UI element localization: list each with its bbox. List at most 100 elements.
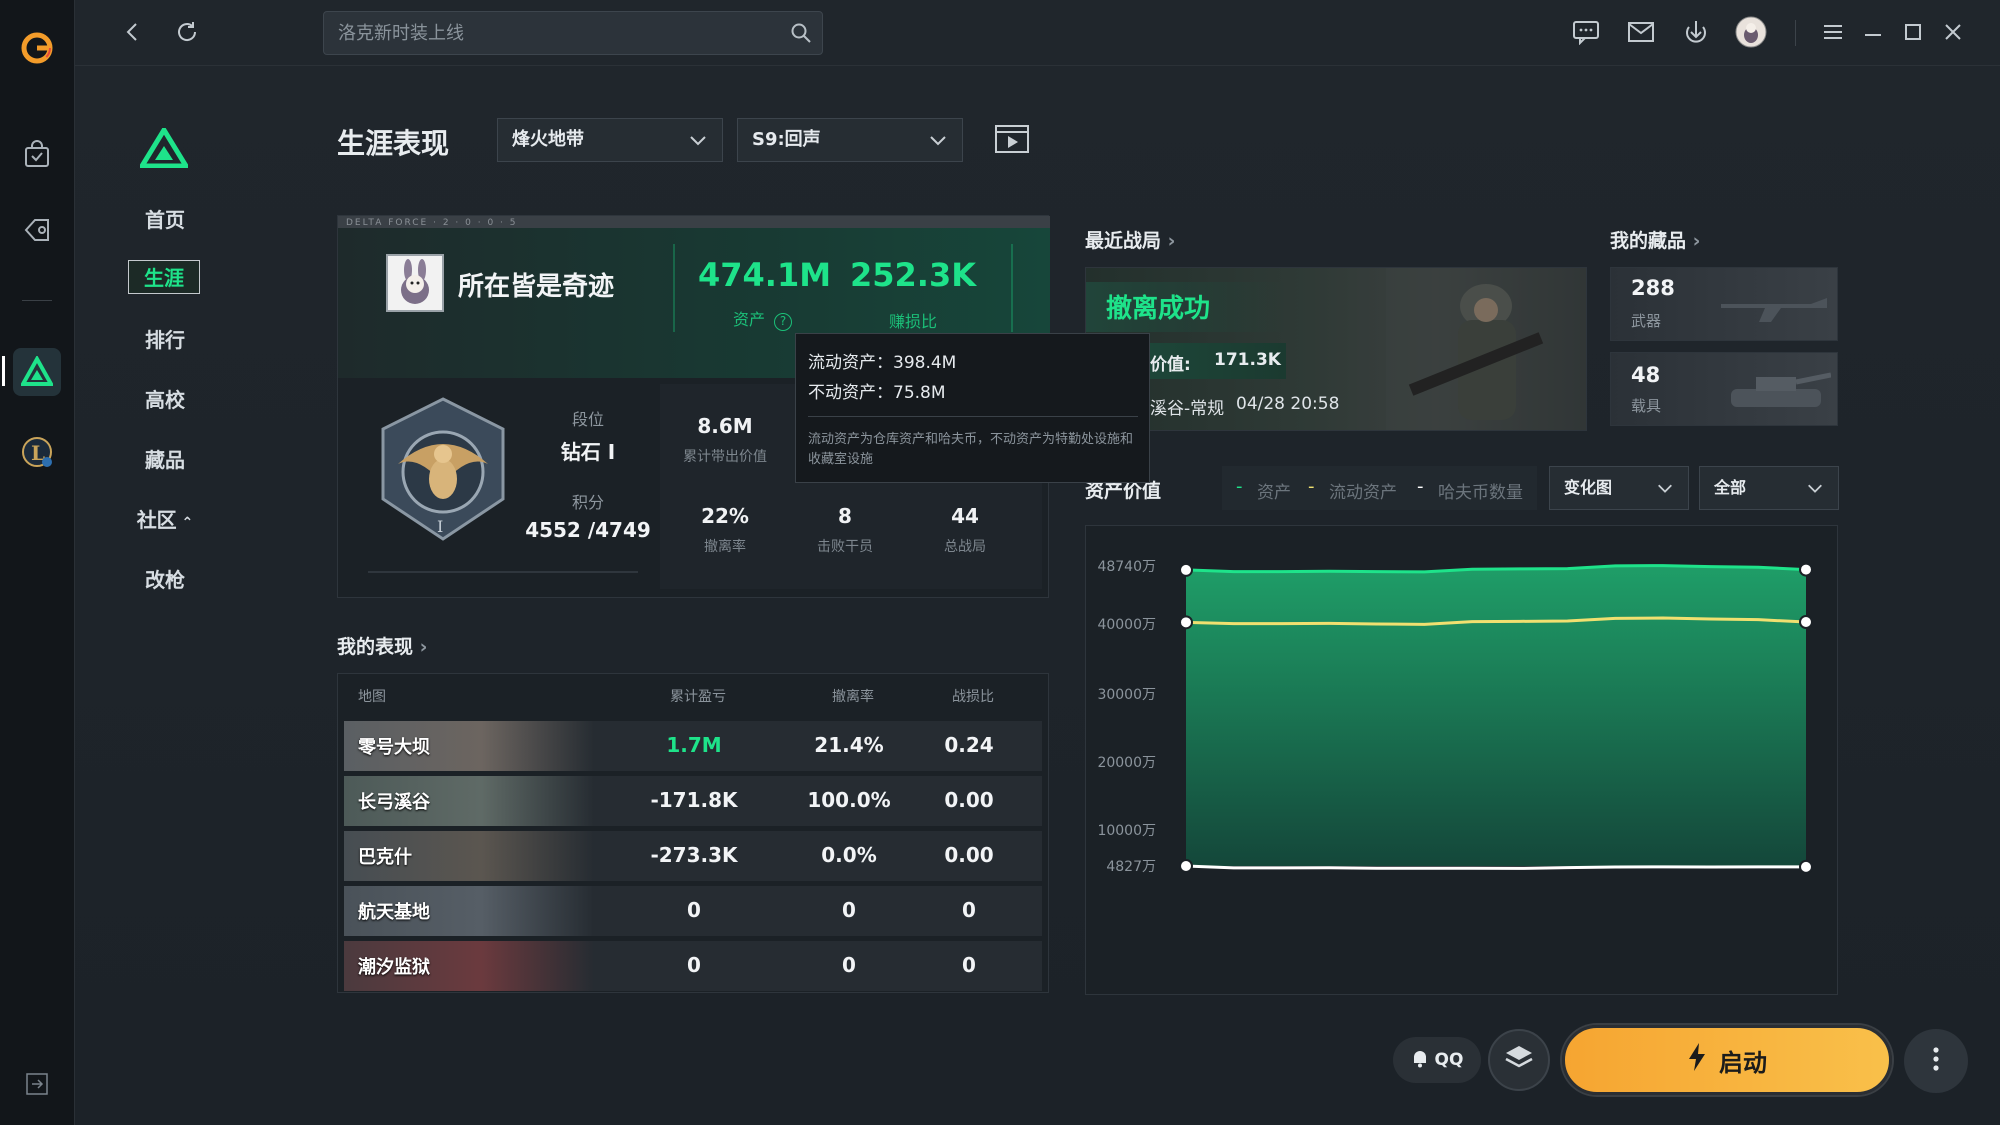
delta-force-game-icon[interactable] [13, 348, 61, 396]
league-game-icon[interactable]: L [13, 428, 61, 476]
search-input[interactable] [338, 12, 768, 54]
inventory-button[interactable] [1488, 1029, 1550, 1091]
rank-progress-track [368, 571, 638, 573]
map-name: 零号大坝 [358, 737, 430, 758]
nav-item-career[interactable]: 生涯 [128, 260, 200, 294]
tooltip-divider [808, 416, 1138, 417]
map-name: 长弓溪谷 [358, 792, 430, 813]
legend-assets[interactable]: 资产 [1257, 478, 1291, 503]
legend-marker-coins: - [1417, 476, 1424, 497]
performance-title[interactable]: 我的表现 › [337, 632, 427, 659]
rail-divider [22, 300, 52, 301]
season-dropdown-value: S9:回声 [752, 129, 821, 150]
nav-item-college[interactable]: 高校 [110, 383, 220, 417]
game-tag-icon[interactable] [13, 206, 61, 254]
map-name: 航天基地 [358, 902, 430, 923]
vehicle-silhouette-icon [1721, 367, 1832, 421]
table-row[interactable]: 零号大坝 1.7M 21.4% 0.24 [344, 721, 1042, 771]
table-row[interactable]: 潮汐监狱 0 0 0 [344, 941, 1042, 991]
series-line-2 [1185, 864, 1806, 870]
ratio-cell: 0 [962, 953, 976, 977]
rank-value: 钻石 I [560, 440, 616, 464]
game-nav: 首页 生涯 排行 高校 藏品 社区 ⌃ 改枪 [110, 110, 230, 610]
mode-dropdown[interactable]: 烽火地带 [497, 118, 723, 162]
store-bag-icon[interactable] [13, 130, 61, 178]
close-icon[interactable] [1935, 14, 1971, 50]
more-options-button[interactable] [1904, 1029, 1968, 1093]
collection-title-text: 我的藏品 [1610, 230, 1687, 252]
table-row[interactable]: 长弓溪谷 -171.8K 100.0% 0.00 [344, 776, 1042, 826]
chart-legend: - 资产 - 流动资产 - 哈夫币数量 [1222, 466, 1537, 510]
chevron-down-icon [928, 119, 948, 166]
column-header: 战损比 [952, 689, 994, 705]
player-avatar[interactable] [386, 254, 444, 312]
search-box[interactable] [323, 11, 823, 55]
weapon-silhouette-icon [1721, 286, 1831, 330]
topbar-divider [1795, 20, 1796, 46]
recent-title[interactable]: 最近战局 › [1085, 226, 1175, 253]
collapse-rail-icon[interactable] [13, 1060, 61, 1108]
mail-icon[interactable] [1623, 14, 1659, 50]
qq-button[interactable]: QQ [1393, 1037, 1481, 1083]
player-name: 所在皆是奇迹 [458, 272, 615, 302]
back-icon[interactable] [115, 14, 151, 50]
stat-value: 8.6M [697, 414, 753, 438]
recent-battle-card[interactable]: 撤离成功 带出价值: 171.3K 长弓溪谷-常规 04/28 20:58 [1085, 267, 1587, 431]
search-icon[interactable] [790, 22, 812, 48]
y-tick-label: 30000万 [1097, 687, 1156, 703]
rate-cell: 0 [842, 953, 856, 977]
nav-item-ranking[interactable]: 排行 [110, 323, 220, 357]
battle-time: 04/28 20:58 [1236, 394, 1340, 414]
collection-vehicles[interactable]: 48 载具 [1610, 352, 1838, 426]
minimize-icon[interactable] [1855, 14, 1891, 50]
chat-icon[interactable] [1568, 14, 1604, 50]
nav-item-home[interactable]: 首页 [110, 203, 220, 237]
table-row[interactable]: 航天基地 0 0 0 [344, 886, 1042, 936]
launch-label: 启动 [1719, 1048, 1767, 1077]
legend-coins[interactable]: 哈夫币数量 [1438, 478, 1523, 503]
column-header: 撤离率 [832, 689, 874, 705]
stat-label: 撤离率 [704, 539, 746, 555]
left-rail: L [0, 0, 75, 1125]
nav-item-gunsmith[interactable]: 改枪 [110, 563, 220, 597]
collection-title[interactable]: 我的藏品 › [1610, 226, 1700, 253]
nav-item-community[interactable]: 社区 ⌃ [110, 503, 220, 537]
asset-chart: 48740万 40000万 30000万 20000万 10000万 4827万 [1085, 525, 1838, 995]
tooltip-liquid: 流动资产：398.4M [808, 353, 957, 373]
column-header: 地图 [358, 689, 386, 705]
help-icon[interactable]: ? [774, 313, 793, 331]
assets-area [1186, 565, 1806, 866]
chevron-up-icon: ⌃ [176, 515, 194, 531]
menu-icon[interactable] [1815, 14, 1851, 50]
points-value: 4552 /4749 [525, 518, 651, 542]
qq-label: QQ [1434, 1050, 1464, 1070]
y-tick-label: 4827万 [1106, 859, 1156, 875]
range-dropdown[interactable]: 全部 [1699, 466, 1839, 510]
wegame-logo-icon[interactable] [13, 24, 61, 72]
launch-button[interactable]: 启动 [1562, 1025, 1892, 1095]
map-thumbnail: 潮汐监狱 [344, 941, 594, 991]
mode-dropdown-value: 烽火地带 [512, 129, 584, 150]
collection-weapons[interactable]: 288 武器 [1610, 267, 1838, 341]
tooltip-note: 流动资产为仓库资产和哈夫币，不动资产为特勤处设施和收藏室设施 [808, 432, 1134, 467]
stat-value: 8 [838, 504, 852, 528]
nav-item-collection[interactable]: 藏品 [110, 443, 220, 477]
ratio-cell: 0 [962, 898, 976, 922]
season-dropdown[interactable]: S9:回声 [737, 118, 963, 162]
table-row[interactable]: 巴克什 -273.3K 0.0% 0.00 [344, 831, 1042, 881]
view-dropdown[interactable]: 变化图 [1549, 466, 1689, 510]
assets-label-row[interactable]: 资产 ? [733, 306, 823, 331]
rate-cell: 100.0% [807, 788, 891, 812]
y-tick-label: 10000万 [1097, 823, 1156, 839]
replay-video-icon[interactable] [993, 122, 1031, 158]
active-game-indicator [2, 356, 5, 386]
assets-value: 474.1M [698, 256, 832, 294]
profit-cell: 0 [687, 898, 701, 922]
series-point [1179, 615, 1193, 630]
series-point [1179, 562, 1193, 577]
download-icon[interactable] [1678, 14, 1714, 50]
avatar[interactable] [1733, 14, 1769, 50]
refresh-icon[interactable] [169, 14, 205, 50]
legend-liquid[interactable]: 流动资产 [1329, 478, 1397, 503]
maximize-icon[interactable] [1895, 14, 1931, 50]
